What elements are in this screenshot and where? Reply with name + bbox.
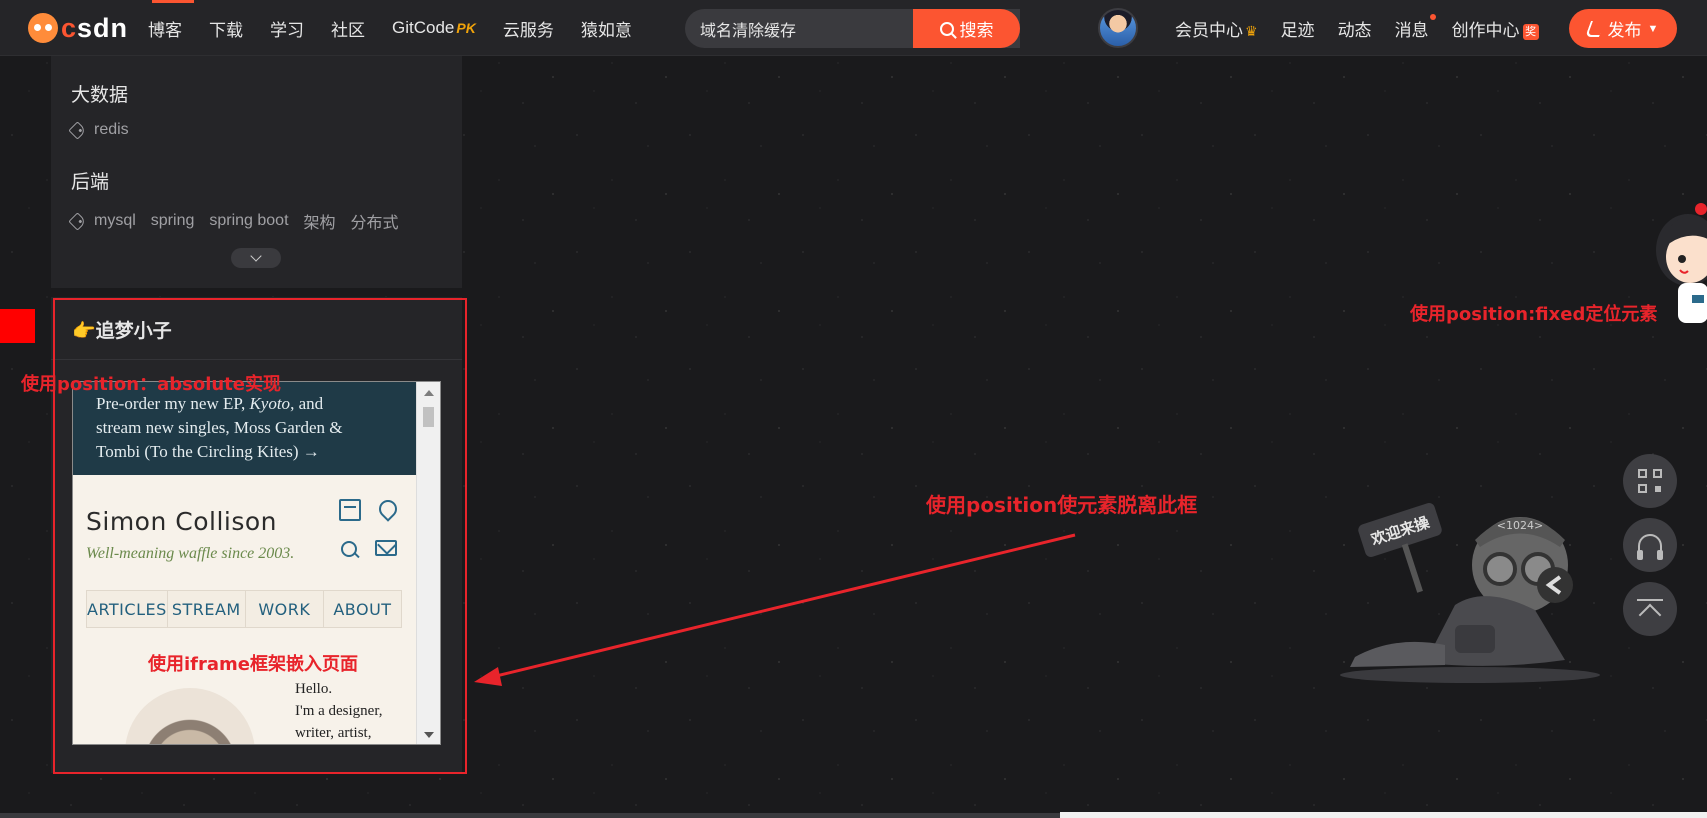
main-nav: 博客 下载 学习 社区 GitCode PK 云服务 猿如意: [148, 0, 659, 56]
tag-group-title: 后端: [71, 172, 110, 193]
activity-link[interactable]: 动态: [1338, 16, 1372, 41]
location-pin-icon[interactable]: [375, 499, 397, 521]
banner-emphasis: Kyoto: [249, 394, 291, 413]
customer-service-button[interactable]: [1623, 518, 1677, 572]
top-navbar: csdn 博客 下载 学习 社区 GitCodePK 云服务 猿如意 搜索 会员…: [0, 0, 1707, 56]
user-avatar[interactable]: [1098, 8, 1138, 48]
author-name-text: 追梦小子: [95, 321, 172, 342]
qr-code-icon: [1638, 469, 1662, 493]
scroll-down-arrow-icon[interactable]: [424, 732, 434, 738]
girl-mascot-image[interactable]: [1640, 195, 1707, 330]
back-to-top-icon: [1637, 599, 1663, 619]
scroll-thumb[interactable]: [423, 407, 434, 427]
monkey-logo-icon: [28, 13, 58, 43]
author-portrait: [125, 688, 255, 744]
crown-icon: ♛: [1245, 22, 1258, 39]
qr-code-button[interactable]: [1623, 454, 1677, 508]
search-icon: [939, 21, 954, 36]
site-nav-articles[interactable]: ARTICLES: [87, 591, 168, 627]
archive-icon[interactable]: [339, 499, 361, 521]
vip-center-label: 会员中心: [1175, 20, 1243, 40]
nav-item-download[interactable]: 下载: [209, 16, 243, 41]
tag-row: redis: [68, 120, 144, 140]
site-nav: ARTICLES STREAM WORK ABOUT: [86, 590, 402, 628]
headset-icon: [1637, 534, 1663, 560]
bottom-white-strip: [1060, 812, 1707, 818]
tag-row: mysql spring spring boot 架构 分布式: [68, 209, 414, 233]
chevron-down-icon: ▼: [1647, 22, 1659, 35]
author-name[interactable]: 👉追梦小子: [72, 316, 172, 343]
site-nav-work[interactable]: WORK: [246, 591, 324, 627]
mascot-hat-text: <1024>: [1497, 519, 1543, 532]
iframe-scrollbar[interactable]: [416, 382, 440, 744]
nav-item-community[interactable]: 社区: [331, 16, 365, 41]
tag-distributed[interactable]: 分布式: [351, 209, 399, 233]
tag-mysql[interactable]: mysql: [94, 212, 136, 230]
embedded-iframe[interactable]: Pre-order my new EP, Kyoto, and stream n…: [72, 381, 441, 745]
back-to-top-button[interactable]: [1623, 582, 1677, 636]
horizontal-scrollbar-track[interactable]: [0, 813, 1060, 818]
mail-icon[interactable]: [375, 540, 397, 556]
tag-panel: 大数据 redis 后端 mysql spring spring boot 架构…: [51, 56, 462, 288]
footprint-link[interactable]: 足迹: [1281, 16, 1315, 41]
tag-architecture[interactable]: 架构: [304, 209, 336, 233]
search-button-label: 搜索: [959, 21, 994, 40]
user-links: 会员中心 ♛ 足迹 动态 消息 创作中心奖: [1175, 0, 1562, 56]
vip-center-link[interactable]: 会员中心 ♛: [1175, 16, 1258, 41]
logo-text: csdn: [61, 12, 129, 43]
pen-icon: [1584, 20, 1605, 37]
tag-spring-boot[interactable]: spring boot: [209, 212, 288, 230]
hello-intro: Hello. I'm a designer, writer, artist,: [295, 678, 383, 744]
csdn-logo[interactable]: csdn: [28, 12, 128, 44]
welcome-mascot-image: 欢迎来操 <1024>: [1340, 503, 1600, 683]
tag-icon: [68, 120, 87, 140]
search-button[interactable]: 搜索: [913, 9, 1020, 48]
annotation-absolute: 使用position：absolute实现: [21, 374, 281, 395]
banner-line-2: stream new singles, Moss Garden &: [96, 418, 343, 437]
annotation-fixed: 使用position:fixed定位元素: [1410, 304, 1658, 325]
expand-tags-button[interactable]: [231, 248, 281, 268]
creator-center-label: 创作中心: [1451, 20, 1520, 40]
tag-group-title: 大数据: [71, 85, 129, 106]
hello-line: writer, artist,: [295, 725, 372, 741]
tag-spring[interactable]: spring: [151, 212, 195, 230]
site-title[interactable]: Simon Collison: [86, 507, 277, 536]
annotation-iframe: 使用iframe框架嵌入页面: [148, 654, 358, 675]
site-subtitle: Well-meaning waffle since 2003.: [86, 545, 295, 562]
author-card-header: 👉追梦小子: [51, 297, 462, 360]
chevron-down-icon: [250, 250, 262, 262]
messages-link[interactable]: 消息: [1394, 13, 1436, 41]
scroll-up-arrow-icon[interactable]: [424, 390, 434, 396]
nav-gitcode-label: GitCode: [392, 18, 455, 37]
site-nav-about[interactable]: ABOUT: [324, 591, 401, 627]
hello-line: I'm a designer,: [295, 703, 383, 719]
publish-button[interactable]: 发布 ▼: [1569, 9, 1677, 48]
prize-badge: 奖: [1522, 23, 1539, 40]
annotation-detach: 使用position使元素脱离此框: [926, 493, 1198, 517]
site-nav-stream[interactable]: STREAM: [168, 591, 246, 627]
unread-dot: [1429, 13, 1436, 20]
messages-label: 消息: [1394, 20, 1429, 40]
nav-item-yuanruyi[interactable]: 猿如意: [581, 16, 632, 41]
nav-item-cloud[interactable]: 云服务: [503, 16, 554, 41]
banner-text-end: , and: [290, 394, 324, 413]
banner-text-start: Pre-order my new EP,: [96, 394, 250, 413]
publish-label: 发布: [1607, 21, 1642, 40]
red-marker-square: [0, 309, 35, 343]
banner-line-3: Tombi (To the Circling Kites) →: [96, 442, 320, 461]
tag-icon: [68, 211, 87, 231]
pk-badge: PK: [456, 20, 476, 36]
tag-redis[interactable]: redis: [94, 121, 129, 139]
creator-center-link[interactable]: 创作中心奖: [1452, 16, 1539, 41]
nav-item-gitcode[interactable]: GitCode PK: [392, 18, 476, 38]
nav-item-learn[interactable]: 学习: [270, 16, 304, 41]
hello-line: Hello.: [295, 681, 333, 697]
nav-item-blog[interactable]: 博客: [148, 16, 182, 41]
search-icon[interactable]: [339, 539, 361, 561]
pointing-hand-icon: 👉: [72, 321, 96, 342]
